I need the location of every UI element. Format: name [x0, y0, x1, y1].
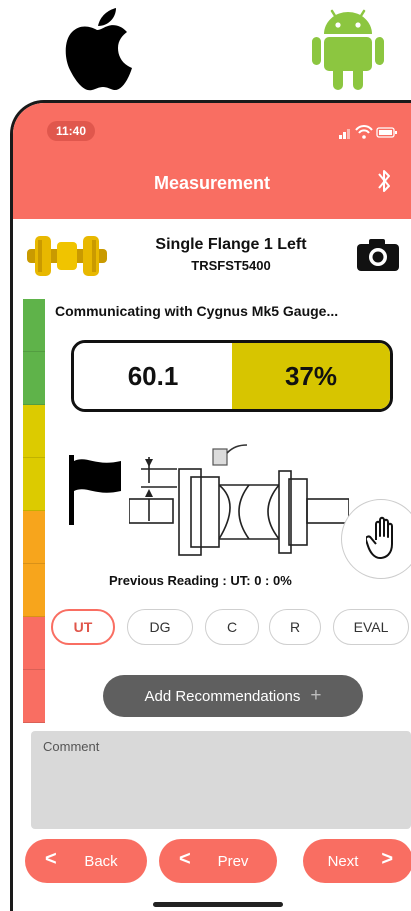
bluetooth-icon[interactable]: [375, 167, 393, 195]
manual-entry-button[interactable]: [341, 499, 411, 579]
prev-label: Prev: [217, 852, 249, 870]
flag-icon[interactable]: [65, 455, 123, 525]
apple-logo-icon: [65, 8, 132, 91]
chevron-right-icon: >: [381, 848, 393, 870]
phone-screen: 11:40 Measurement Single Flange 1 Left T…: [10, 100, 411, 911]
battery-icon: [376, 127, 397, 138]
mode-chip-ut[interactable]: UT: [51, 609, 115, 645]
mode-chip-dg[interactable]: DG: [127, 609, 193, 645]
next-label: Next: [327, 852, 359, 870]
chevron-left-icon: <: [45, 848, 57, 870]
plus-icon: +: [310, 685, 322, 706]
chevron-left-icon: <: [179, 848, 191, 870]
wear-scale: [23, 299, 45, 723]
hand-icon: [366, 516, 393, 559]
wear-scale-segment: [23, 299, 45, 352]
add-recommendations-label: Add Recommendations: [144, 687, 301, 705]
next-button[interactable]: Next >: [303, 839, 411, 883]
android-logo-icon: [312, 9, 384, 90]
reading-value: 60.1: [74, 343, 232, 409]
part-code: TRSFST5400: [191, 258, 271, 273]
back-label: Back: [84, 852, 118, 870]
wear-scale-segment: [23, 458, 45, 511]
home-indicator: [153, 902, 283, 907]
wear-scale-segment: [23, 511, 45, 564]
gauge-status: Communicating with Cygnus Mk5 Gauge...: [55, 303, 339, 319]
status-time: 11:40: [47, 121, 96, 141]
page-title: Measurement: [153, 173, 271, 193]
track-roller-image: [27, 236, 107, 276]
add-recommendations-button[interactable]: Add Recommendations +: [103, 675, 363, 717]
wear-scale-segment: [23, 617, 45, 670]
wear-scale-segment: [23, 670, 45, 723]
mode-chip-eval[interactable]: EVAL: [333, 609, 409, 645]
part-name: Single Flange 1 Left: [155, 236, 307, 253]
wear-scale-segment: [23, 405, 45, 458]
mode-chip-c[interactable]: C: [205, 609, 259, 645]
wifi-icon: [355, 125, 373, 139]
wear-scale-segment: [23, 564, 45, 617]
previous-reading: Previous Reading : UT: 0 : 0%: [109, 573, 292, 588]
mode-chip-r[interactable]: R: [269, 609, 321, 645]
camera-icon[interactable]: [355, 237, 401, 273]
roller-measurement-diagram: [129, 444, 349, 556]
comment-field[interactable]: Comment: [31, 731, 411, 829]
prev-button[interactable]: < Prev: [159, 839, 277, 883]
wear-scale-segment: [23, 352, 45, 405]
reading-display: 60.1 37%: [71, 340, 393, 412]
reading-percent: 37%: [232, 343, 390, 409]
comment-placeholder: Comment: [43, 739, 100, 754]
app-header: 11:40 Measurement: [13, 103, 411, 219]
back-button[interactable]: < Back: [25, 839, 147, 883]
status-icons: [339, 125, 397, 139]
signal-icon: [339, 129, 350, 139]
